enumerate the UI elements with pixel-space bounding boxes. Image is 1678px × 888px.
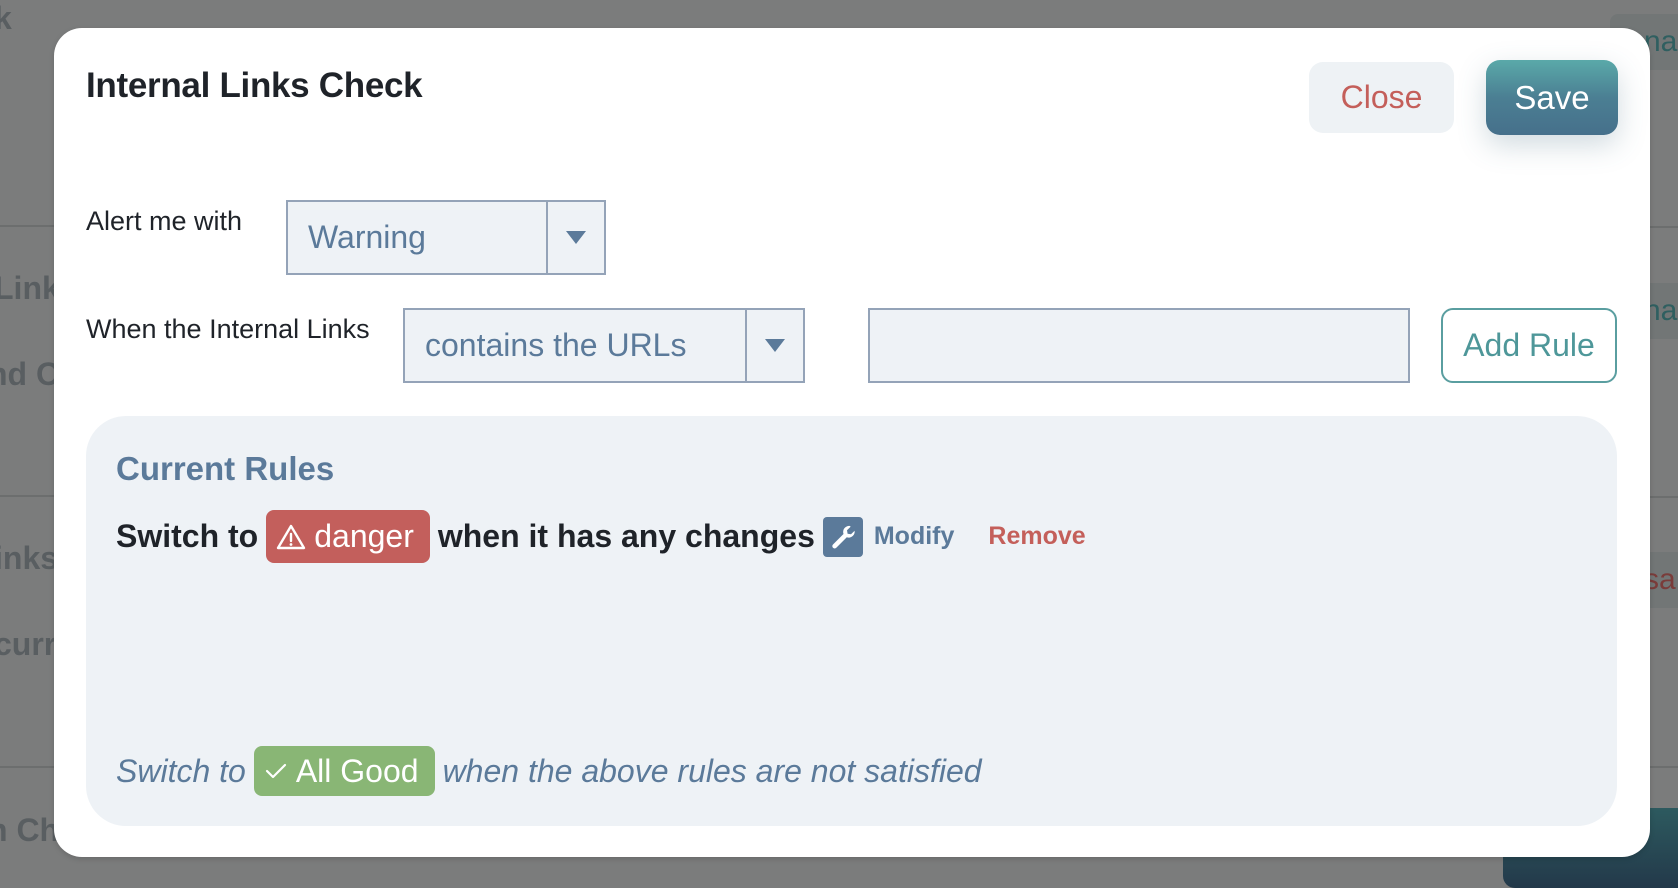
- modify-rule-link[interactable]: Modify: [874, 522, 955, 551]
- condition-select[interactable]: contains the URLs: [403, 308, 805, 383]
- current-rules-panel: Current Rules Switch to danger when it h…: [86, 416, 1617, 826]
- background-text: n Ch: [0, 812, 60, 848]
- background-divider: [0, 225, 54, 227]
- save-button[interactable]: Save: [1486, 60, 1618, 135]
- condition-value: contains the URLs: [425, 327, 687, 363]
- background-divider: [1650, 226, 1678, 228]
- alert-level-select[interactable]: Warning: [286, 200, 606, 275]
- danger-status-badge: danger: [266, 510, 430, 563]
- rule-suffix: when it has any changes: [437, 518, 815, 554]
- background-text: curr: [0, 626, 57, 662]
- danger-status-label: danger: [314, 518, 414, 554]
- rule-urls-input[interactable]: [868, 308, 1410, 383]
- alert-level-dropdown-toggle[interactable]: [546, 202, 604, 273]
- wrench-icon: [832, 525, 855, 548]
- check-icon: [265, 763, 286, 779]
- condition-label: When the Internal Links: [86, 314, 370, 344]
- background-divider: [0, 495, 54, 497]
- background-text: Link: [0, 270, 60, 306]
- fallback-prefix: Switch to: [116, 752, 246, 789]
- warning-triangle-icon: [277, 524, 306, 549]
- background-divider: [1650, 766, 1678, 768]
- background-divider: [0, 766, 54, 768]
- background-text: nd O: [0, 356, 61, 392]
- triangle-down-icon: [566, 231, 586, 244]
- background-text: k: [0, 0, 12, 36]
- all-good-status-badge: All Good: [253, 746, 435, 796]
- modal-title: Internal Links Check: [86, 66, 423, 105]
- background-text: inks: [0, 540, 59, 576]
- background-divider: [1650, 496, 1678, 498]
- remove-rule-link[interactable]: Remove: [988, 522, 1085, 551]
- alert-level-label: Alert me with: [86, 206, 243, 236]
- add-rule-button[interactable]: Add Rule: [1441, 308, 1617, 383]
- rule-prefix: Switch to: [116, 518, 259, 554]
- triangle-down-icon: [765, 339, 785, 352]
- condition-dropdown-toggle[interactable]: [745, 310, 803, 381]
- all-good-status-label: All Good: [295, 752, 419, 789]
- alert-level-value: Warning: [308, 219, 426, 255]
- rule-modal: Internal Links Check Close Save Alert me…: [54, 28, 1650, 857]
- close-button[interactable]: Close: [1309, 62, 1454, 133]
- fallback-rule: Switch to All Good when the above rules …: [116, 746, 982, 796]
- fallback-suffix: when the above rules are not satisfied: [442, 752, 982, 789]
- modify-rule-icon-button[interactable]: [822, 516, 863, 557]
- rule-item: Switch to danger when it has any changes…: [116, 510, 1086, 563]
- current-rules-title: Current Rules: [116, 450, 335, 487]
